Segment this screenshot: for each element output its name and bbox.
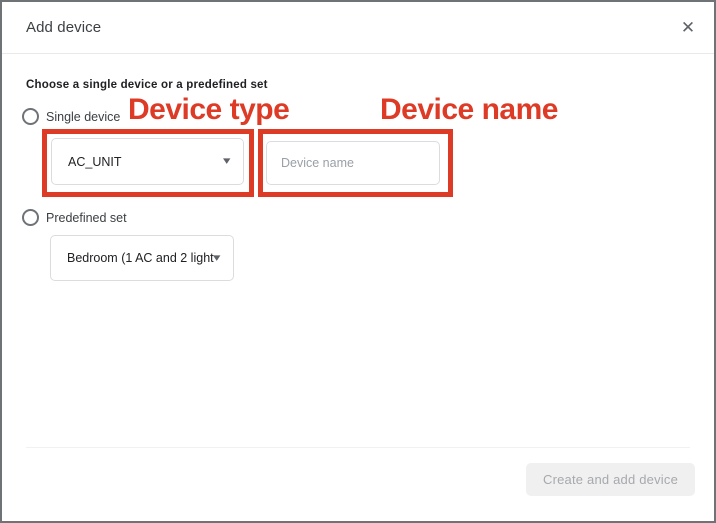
predefined-set-radio[interactable] — [22, 209, 39, 226]
device-name-input[interactable] — [266, 141, 440, 185]
add-device-dialog: Add device ✕ Choose a single device or a… — [0, 0, 716, 523]
device-type-annotation-label: Device type — [128, 95, 289, 125]
create-and-add-device-button[interactable]: Create and add device — [526, 463, 695, 496]
dialog-title: Add device — [26, 2, 101, 54]
predefined-set-select[interactable]: Bedroom (1 AC and 2 lights) ▾ — [50, 235, 234, 281]
section-label: Choose a single device or a predefined s… — [26, 79, 268, 91]
dialog-header: Add device ✕ — [2, 2, 714, 54]
predefined-set-radio-row: Predefined set — [22, 209, 127, 226]
single-device-radio[interactable] — [22, 108, 39, 125]
single-device-radio-row: Single device — [22, 108, 120, 125]
single-device-radio-label[interactable]: Single device — [46, 110, 120, 124]
device-type-select[interactable]: AC_UNIT ▾ — [51, 138, 244, 185]
predefined-set-radio-label[interactable]: Predefined set — [46, 211, 127, 225]
chevron-down-icon[interactable]: ▾ — [224, 156, 231, 167]
device-name-annotation-label: Device name — [380, 95, 558, 125]
predefined-set-value: Bedroom (1 AC and 2 lights) — [67, 251, 214, 265]
device-type-value: AC_UNIT — [68, 155, 224, 169]
close-icon[interactable]: ✕ — [672, 12, 704, 44]
chevron-down-icon[interactable]: ▾ — [214, 253, 221, 264]
footer-divider — [26, 447, 690, 448]
